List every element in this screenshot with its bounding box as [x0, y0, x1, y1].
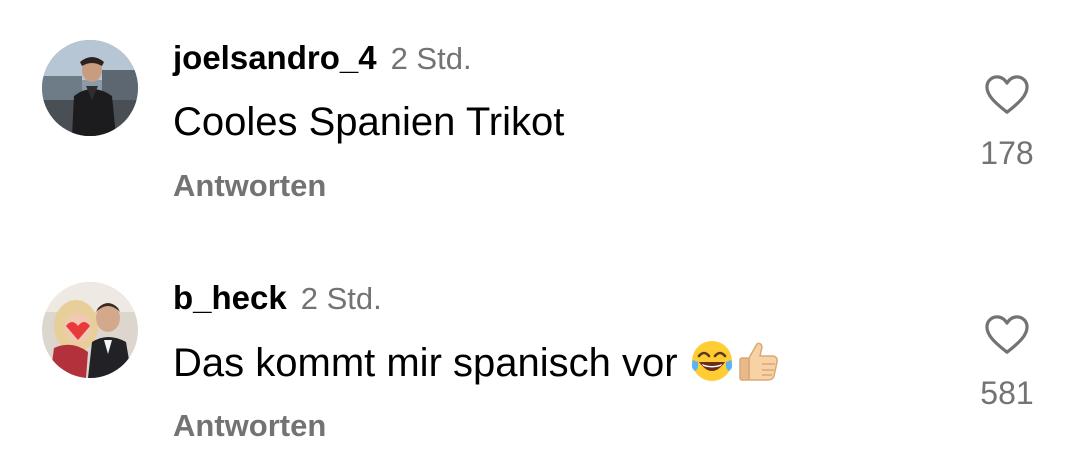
- heart-outline-icon: [985, 75, 1029, 114]
- username[interactable]: joelsandro_4: [173, 39, 377, 76]
- comment-text-content: Cooles Spanien Trikot: [173, 100, 565, 144]
- comment-item: b_heck 2 Std. Das kommt mir spanisch vor …: [0, 240, 1080, 443]
- comment-text: Das kommt mir spanisch vor: [173, 338, 781, 387]
- comment-item: joelsandro_4 2 Std. Cooles Spanien Trikot…: [0, 0, 1080, 203]
- tears-of-joy-emoji: [689, 338, 735, 384]
- comment-meta: joelsandro_4 2 Std.: [173, 38, 472, 85]
- avatar[interactable]: [42, 40, 138, 136]
- comment-time: 2 Std.: [390, 41, 472, 76]
- avatar-photo: [42, 282, 138, 378]
- username[interactable]: b_heck: [173, 279, 287, 316]
- heart-outline-icon: [985, 315, 1029, 354]
- comment-time: 2 Std.: [300, 281, 382, 316]
- comment-text: Cooles Spanien Trikot: [173, 98, 564, 146]
- comment-text-content: Das kommt mir spanisch vor: [173, 341, 678, 385]
- avatar-photo: [42, 40, 138, 136]
- like-button[interactable]: [984, 74, 1030, 116]
- comment-meta: b_heck 2 Std.: [173, 278, 382, 325]
- like-count: 178: [980, 135, 1034, 171]
- like-count: 581: [980, 375, 1034, 411]
- like-button[interactable]: [984, 314, 1030, 356]
- reply-button[interactable]: Antworten: [173, 166, 326, 206]
- thumbs-up-emoji: [735, 338, 781, 384]
- reply-button[interactable]: Antworten: [173, 406, 326, 446]
- avatar[interactable]: [42, 282, 138, 378]
